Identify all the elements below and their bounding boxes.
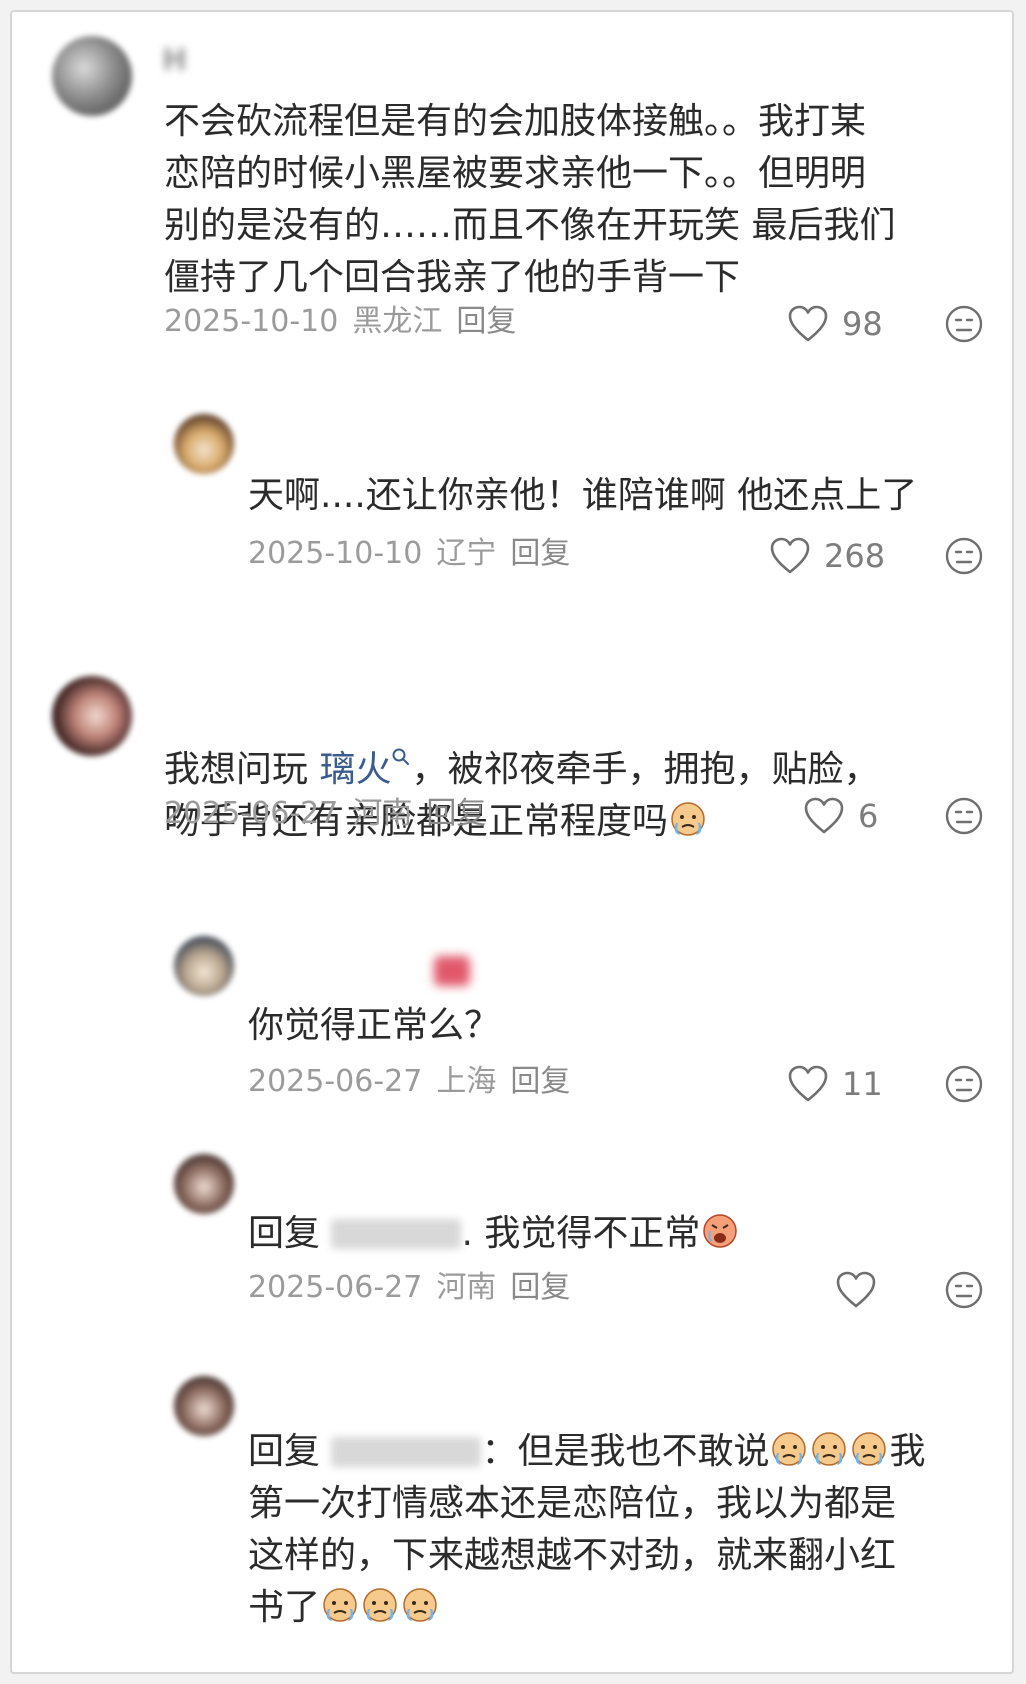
dislike-face-icon[interactable] (944, 304, 984, 344)
dislike-face-icon[interactable] (944, 1064, 984, 1104)
avatar[interactable] (174, 936, 234, 996)
username[interactable]: H (162, 44, 189, 78)
comments-card: H 不会砍流程但是有的会加肢体接触。。我打某 恋陪的时候小黑屋被要求亲他一下。。… (10, 10, 1014, 1674)
like-button[interactable]: 98 (788, 302, 883, 346)
comment-text: 天啊....还让你亲他！谁陪谁啊 他还点上了 (248, 475, 918, 516)
avatar[interactable] (174, 1154, 234, 1214)
comment-meta: 2025-06-27 河南 回复 (248, 1268, 584, 1308)
like-count: 268 (824, 537, 886, 575)
reply-button[interactable]: 回复 (426, 796, 486, 831)
comment-text-part: 我觉得不正常 (484, 1213, 701, 1254)
dislike-face-icon[interactable] (944, 536, 984, 576)
mention-link[interactable] (331, 1437, 482, 1467)
reply-button[interactable]: 回复 (456, 304, 516, 339)
heart-icon (804, 797, 844, 834)
dislike-face-icon[interactable] (944, 1270, 984, 1310)
reply-button[interactable]: 回复 (510, 1270, 570, 1305)
avatar[interactable] (52, 676, 132, 756)
heart-icon (770, 537, 810, 574)
avatar[interactable] (52, 36, 132, 116)
like-count: 11 (842, 1065, 883, 1103)
topic-link[interactable]: 璃火 (319, 749, 391, 790)
avatar[interactable] (174, 1376, 234, 1436)
reply-button[interactable]: 回复 (510, 1064, 570, 1099)
like-count: 98 (842, 305, 883, 343)
comment-text: 你觉得正常么？ (248, 1005, 501, 1046)
search-icon[interactable] (391, 747, 411, 767)
comment-location: 辽宁 (436, 536, 497, 571)
angry-crying-emoji-icon (703, 1214, 738, 1248)
comment-date: 2025-10-10 (164, 304, 339, 339)
dislike-face-icon[interactable] (944, 796, 984, 836)
like-button[interactable] (836, 1268, 890, 1312)
crying-emoji-icon (852, 1432, 887, 1466)
comment-text: 不会砍流程但是有的会加肢体接触。。我打某 恋陪的时候小黑屋被要求亲他一下。。但明… (164, 101, 896, 298)
comment-text-part: 但是我也不敢说 (517, 1431, 770, 1472)
crying-emoji-icon (403, 1588, 437, 1622)
crying-emoji-icon (812, 1432, 847, 1466)
comment-meta: 2025-06-27 上海 回复 (248, 1062, 584, 1102)
comment-date: 2025-06-27 (164, 796, 339, 831)
crying-emoji-icon (772, 1432, 807, 1466)
heart-icon (836, 1271, 876, 1308)
comment-location: 上海 (436, 1064, 497, 1099)
reply-prefix: 回复 (248, 1213, 332, 1254)
comment-location: 黑龙江 (352, 304, 443, 339)
crying-emoji-icon (323, 1588, 357, 1622)
comment-date: 2025-10-10 (248, 536, 423, 571)
mention-link[interactable] (331, 1219, 462, 1249)
reply-button[interactable]: 回复 (510, 536, 570, 571)
heart-icon (788, 1065, 828, 1102)
crying-emoji-icon (363, 1588, 397, 1622)
comment-date: 2025-06-27 (248, 1064, 423, 1099)
comment-location: 河南 (352, 796, 413, 831)
reply-prefix: 回复 (248, 1431, 332, 1472)
comment-meta: 2025-10-10 黑龙江 回复 (164, 302, 530, 342)
user-badge (434, 956, 470, 986)
heart-icon (788, 305, 828, 342)
like-button[interactable]: 268 (770, 534, 885, 578)
like-button[interactable]: 11 (788, 1062, 883, 1106)
comment-date: 2025-06-27 (248, 1270, 423, 1305)
comment-text-part: 我想问玩 (164, 749, 320, 790)
like-button[interactable]: 6 (804, 794, 878, 838)
comment-text: 回复 . 我觉得不正常 (248, 1208, 988, 1260)
comment-location: 河南 (436, 1270, 497, 1305)
avatar[interactable] (174, 414, 234, 474)
crying-emoji-icon (671, 802, 705, 836)
comment-meta: 2025-10-10 辽宁 回复 (248, 534, 584, 574)
comment-text: 回复 ：但是我也不敢说我 第一次打情感本还是恋陪位，我以为都是 这样的，下来越想… (248, 1431, 926, 1628)
comment-meta: 2025-06-27 河南 回复 (164, 794, 500, 834)
like-count: 6 (858, 797, 879, 835)
